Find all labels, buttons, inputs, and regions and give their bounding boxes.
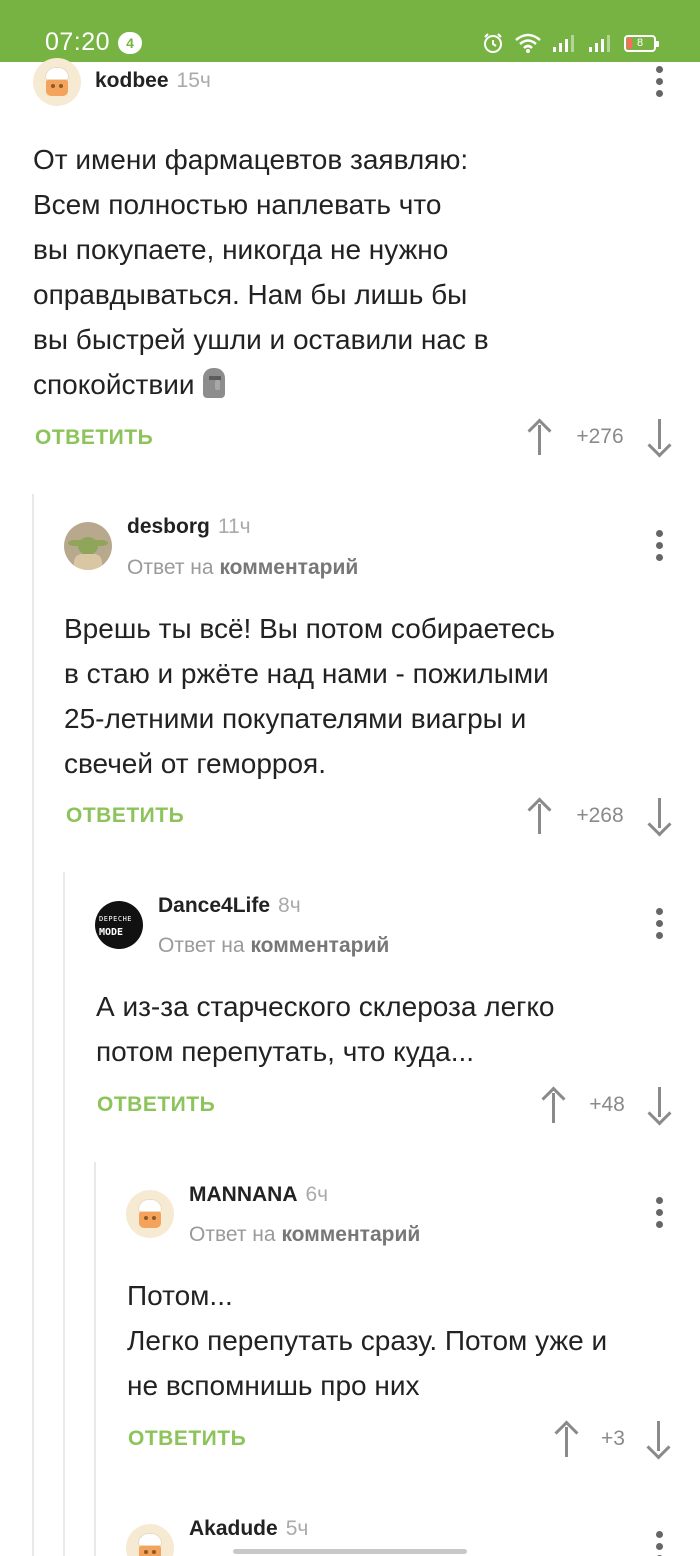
comment-text: От имени фармацевтов заявляю: Всем полно… (33, 144, 489, 400)
signal-icon (553, 35, 574, 52)
comment-text: А из-за старческого склероза легко потом… (96, 991, 555, 1067)
wifi-icon (515, 33, 541, 53)
vote-bar: +268 (526, 796, 674, 836)
home-indicator[interactable] (233, 1549, 467, 1554)
status-time: 07:20 (45, 28, 111, 56)
more-options-icon[interactable] (654, 908, 664, 942)
comment-time: 15ч (176, 69, 211, 92)
comment-time: 6ч (305, 1183, 329, 1206)
moai-icon (202, 368, 225, 398)
reply-to-label: Ответ на комментарий (189, 1223, 421, 1246)
battery-level: 8 (636, 36, 644, 49)
avatar-text: DEPECHE (99, 915, 133, 923)
comment-time: 11ч (217, 515, 251, 538)
comment-author[interactable]: kodbee 15ч (95, 69, 211, 93)
downvote-icon[interactable] (645, 1421, 673, 1457)
upvote-icon[interactable] (526, 419, 554, 455)
reply-to-label: Ответ на комментарий (127, 556, 359, 579)
comment-score: +268 (576, 804, 624, 827)
avatar[interactable] (126, 1524, 174, 1556)
comment-score: +3 (601, 1427, 625, 1450)
comment-author[interactable]: MANNANA 6ч (189, 1183, 328, 1207)
more-options-icon[interactable] (654, 66, 664, 100)
more-options-icon[interactable] (654, 1531, 664, 1556)
avatar[interactable] (126, 1190, 174, 1238)
reply-to-label: Ответ на комментарий (158, 934, 390, 957)
reply-button[interactable]: ОТВЕТИТЬ (97, 1093, 215, 1117)
more-options-icon[interactable] (654, 530, 664, 564)
reply-to-link[interactable]: комментарий (281, 1223, 420, 1246)
avatar[interactable] (64, 522, 112, 570)
alarm-icon (484, 33, 502, 53)
avatar[interactable] (33, 58, 81, 106)
comment-author[interactable]: Dance4Life 8ч (158, 894, 301, 918)
downvote-icon[interactable] (646, 798, 674, 834)
more-options-icon[interactable] (654, 1197, 664, 1231)
comment-time: 8ч (278, 894, 301, 917)
comment-time: 5ч (285, 1517, 309, 1540)
reply-button[interactable]: ОТВЕТИТЬ (35, 426, 153, 450)
avatar[interactable]: DEPECHE MODE (95, 901, 143, 949)
upvote-icon[interactable] (540, 1087, 568, 1123)
thread-line (63, 872, 65, 1556)
comment-author[interactable]: desborg 11ч (127, 515, 251, 539)
notification-count-badge: 4 (118, 32, 142, 54)
upvote-icon[interactable] (526, 798, 554, 834)
downvote-icon[interactable] (646, 1087, 674, 1123)
comment-score: +276 (576, 425, 624, 448)
comment-text: Потом... Легко перепутать сразу. Потом у… (127, 1280, 608, 1401)
battery-icon: 8 (624, 34, 659, 52)
reply-to-link[interactable]: комментарий (219, 556, 358, 579)
status-icons: 8 (482, 30, 659, 56)
reply-button[interactable]: ОТВЕТИТЬ (66, 804, 184, 828)
avatar-text: MODE (99, 927, 124, 938)
downvote-icon[interactable] (646, 419, 674, 455)
comment-score: +48 (589, 1093, 625, 1116)
vote-bar: +276 (526, 417, 674, 457)
vote-bar: +3 (553, 1419, 673, 1459)
thread-line (32, 494, 34, 1556)
reply-button[interactable]: ОТВЕТИТЬ (128, 1427, 246, 1451)
vote-bar: +48 (540, 1085, 674, 1125)
upvote-icon[interactable] (553, 1421, 581, 1457)
thread-line (94, 1162, 96, 1556)
reply-to-link[interactable]: комментарий (250, 934, 389, 957)
status-bar: 07:20 4 8 (0, 0, 700, 62)
comment-text: Врешь ты всё! Вы потом собираетесь в ста… (64, 613, 555, 779)
signal-icon (589, 35, 610, 52)
comment-author[interactable]: Akadude 5ч (189, 1517, 308, 1541)
